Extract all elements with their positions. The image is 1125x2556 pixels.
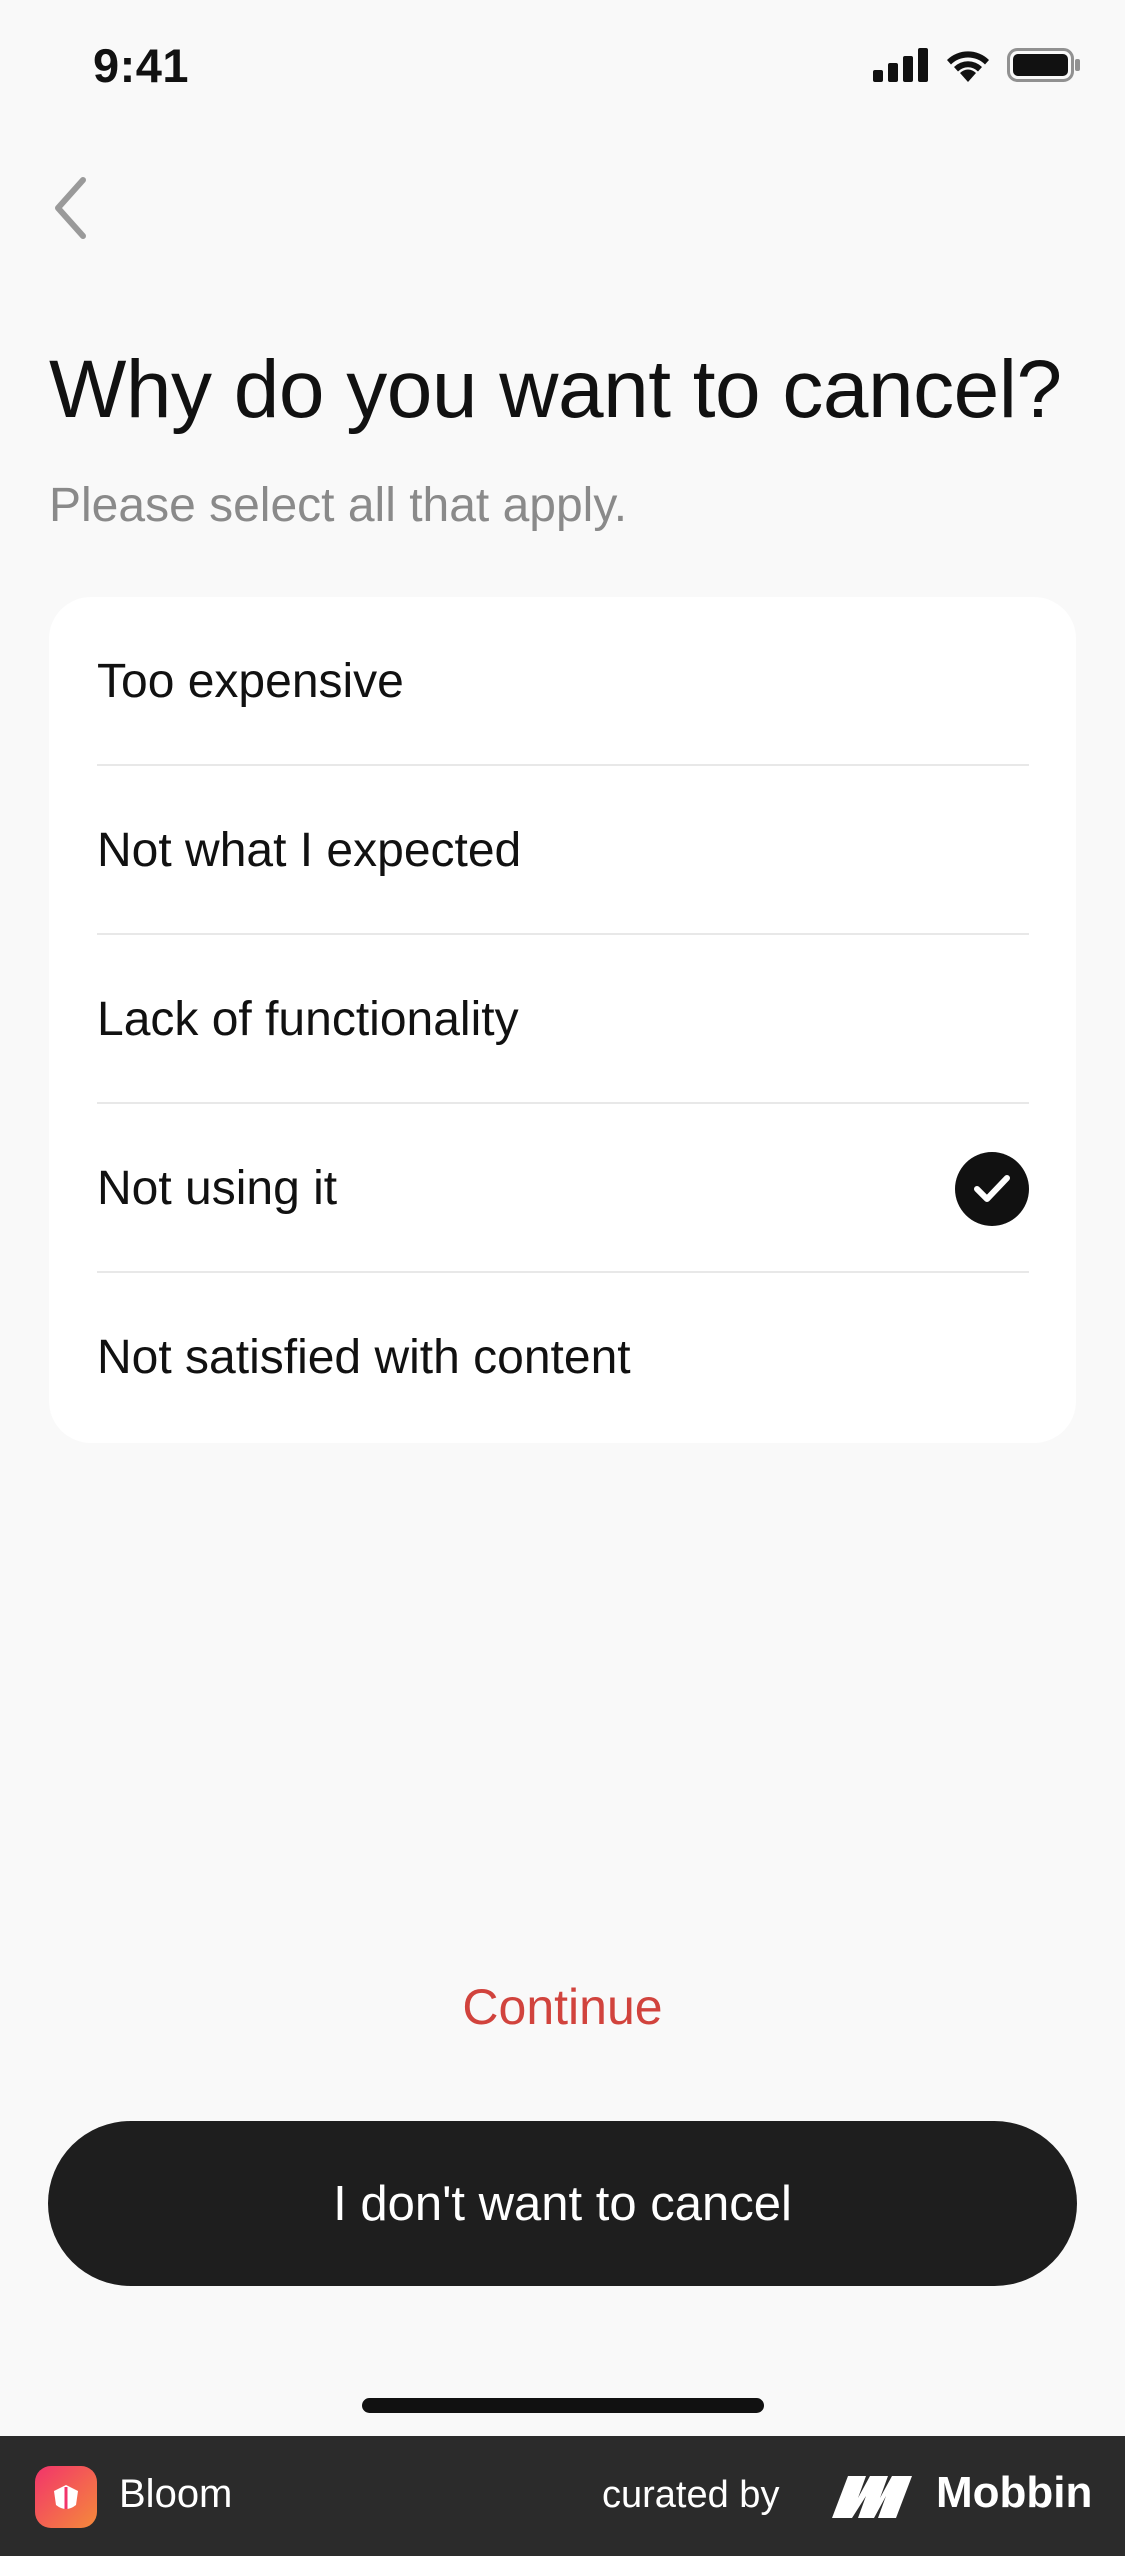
page-title: Why do you want to cancel?	[49, 344, 1062, 435]
wifi-icon	[947, 51, 989, 82]
keep-subscription-button[interactable]: I don't want to cancel	[48, 2121, 1077, 2286]
footer-app-name: Bloom	[119, 2472, 233, 2516]
checkmark-icon	[955, 1151, 1029, 1226]
option-not-satisfied-content[interactable]: Not satisfied with content	[49, 1273, 1076, 1442]
status-time: 9:41	[93, 39, 190, 92]
page-subtitle: Please select all that apply.	[49, 479, 628, 532]
continue-button[interactable]: Continue	[0, 1978, 1125, 2036]
back-button[interactable]	[40, 168, 100, 248]
option-label: Lack of functionality	[97, 993, 519, 1046]
back-chevron-icon	[55, 177, 86, 239]
option-label: Not what I expected	[97, 824, 522, 877]
footer-brand: Mobbin	[936, 2468, 1093, 2517]
footer-curated-by: curated by	[602, 2474, 780, 2516]
home-indicator	[362, 2398, 764, 2413]
option-label: Not satisfied with content	[97, 1331, 631, 1384]
mobbin-logo-icon	[832, 2476, 912, 2518]
option-lack-of-functionality[interactable]: Lack of functionality	[49, 935, 1076, 1104]
option-too-expensive[interactable]: Too expensive	[49, 597, 1076, 766]
footer-bar: Bloom curated by Mobbin	[0, 2436, 1125, 2556]
option-label: Too expensive	[97, 655, 404, 708]
option-not-using-it[interactable]: Not using it	[49, 1104, 1076, 1273]
bloom-logo-icon	[35, 2466, 97, 2528]
signal-icon	[873, 48, 928, 82]
battery-icon	[1007, 48, 1080, 82]
option-not-what-expected[interactable]: Not what I expected	[49, 766, 1076, 935]
status-icons	[873, 48, 1081, 82]
status-bar: 9:41	[0, 0, 1125, 140]
option-label: Not using it	[97, 1162, 338, 1215]
options-list: Too expensive Not what I expected Lack o…	[49, 597, 1076, 1443]
